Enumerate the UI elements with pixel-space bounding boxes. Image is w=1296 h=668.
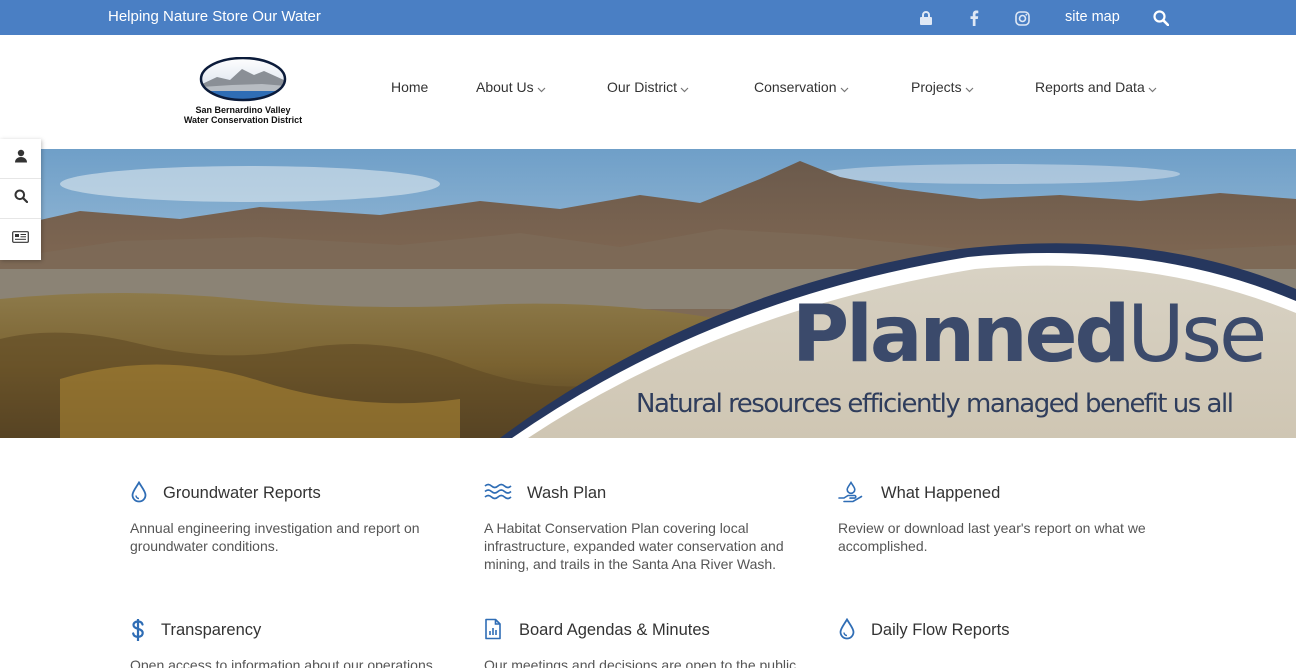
feature-description: Our meetings and decisions are open to t… — [484, 657, 800, 668]
chevron-down-icon — [840, 80, 849, 96]
logo-emblem-icon — [199, 56, 287, 102]
user-icon — [14, 149, 28, 168]
hand-water-icon — [838, 480, 866, 505]
news-icon — [12, 230, 29, 248]
facebook-icon[interactable] — [965, 9, 983, 27]
logo-line1: San Bernardino Valley — [195, 105, 291, 115]
site-map-link[interactable]: site map — [1065, 9, 1120, 25]
nav-district-label: Our District — [607, 79, 677, 95]
feature-title[interactable]: Transparency — [161, 621, 261, 640]
feature-description: Review or download last year's report on… — [838, 520, 1146, 554]
district-logo[interactable]: San Bernardino Valley Water Conservation… — [172, 56, 314, 129]
feature-title[interactable]: Daily Flow Reports — [871, 621, 1009, 640]
top-bar: Helping Nature Store Our Water site map — [0, 0, 1296, 35]
nav-about-label: About Us — [476, 79, 534, 95]
chevron-down-icon — [965, 80, 974, 96]
nav-about-us[interactable]: About Us — [476, 79, 546, 96]
logo-text: San Bernardino Valley Water Conservation… — [172, 105, 314, 125]
logo-line2: Water Conservation District — [183, 115, 303, 125]
nav-our-district[interactable]: Our District — [607, 79, 689, 96]
nav-projects-label: Projects — [911, 79, 962, 95]
chevron-down-icon — [680, 80, 689, 96]
hero-tagline: Natural resources efficiently managed be… — [636, 389, 1234, 419]
hero-headline-bold: Planned — [792, 290, 1130, 380]
water-drop-icon — [838, 617, 860, 642]
feature-title[interactable]: Board Agendas & Minutes — [519, 621, 710, 640]
waves-icon — [484, 481, 512, 505]
feature-description: Open access to information about our ope… — [130, 657, 433, 668]
lock-icon[interactable] — [917, 9, 935, 27]
nav-home-label: Home — [391, 79, 429, 95]
nav-conservation-label: Conservation — [754, 79, 837, 95]
dollar-icon — [130, 618, 152, 642]
hero-headline: PlannedUse — [792, 295, 1267, 375]
hero-headline-light: Use — [1127, 290, 1267, 380]
instagram-icon[interactable] — [1013, 9, 1031, 27]
feature-title[interactable]: Wash Plan — [527, 484, 606, 503]
side-toolbar — [0, 139, 41, 260]
search-icon — [14, 189, 28, 208]
site-header: San Bernardino Valley Water Conservation… — [0, 35, 1296, 149]
water-drop-icon — [130, 480, 152, 505]
hero-banner: PlannedUse Natural resources efficiently… — [0, 149, 1296, 438]
nav-home[interactable]: Home — [391, 79, 428, 95]
nav-reports-label: Reports and Data — [1035, 79, 1145, 95]
nav-conservation[interactable]: Conservation — [754, 79, 849, 96]
chevron-down-icon — [537, 80, 546, 96]
side-search-button[interactable] — [0, 179, 41, 219]
search-icon[interactable] — [1152, 9, 1170, 27]
feature-title[interactable]: Groundwater Reports — [163, 484, 321, 503]
document-chart-icon — [484, 618, 506, 642]
feature-title[interactable]: What Happened — [881, 484, 1000, 503]
nav-reports-and-data[interactable]: Reports and Data — [1035, 79, 1157, 96]
chevron-down-icon — [1148, 80, 1157, 96]
feature-description: A Habitat Conservation Plan covering loc… — [484, 520, 784, 572]
feature-description: Annual engineering investigation and rep… — [130, 520, 420, 554]
side-user-button[interactable] — [0, 139, 41, 179]
site-tagline: Helping Nature Store Our Water — [108, 8, 321, 25]
nav-projects[interactable]: Projects — [911, 79, 974, 96]
side-news-button[interactable] — [0, 219, 41, 259]
